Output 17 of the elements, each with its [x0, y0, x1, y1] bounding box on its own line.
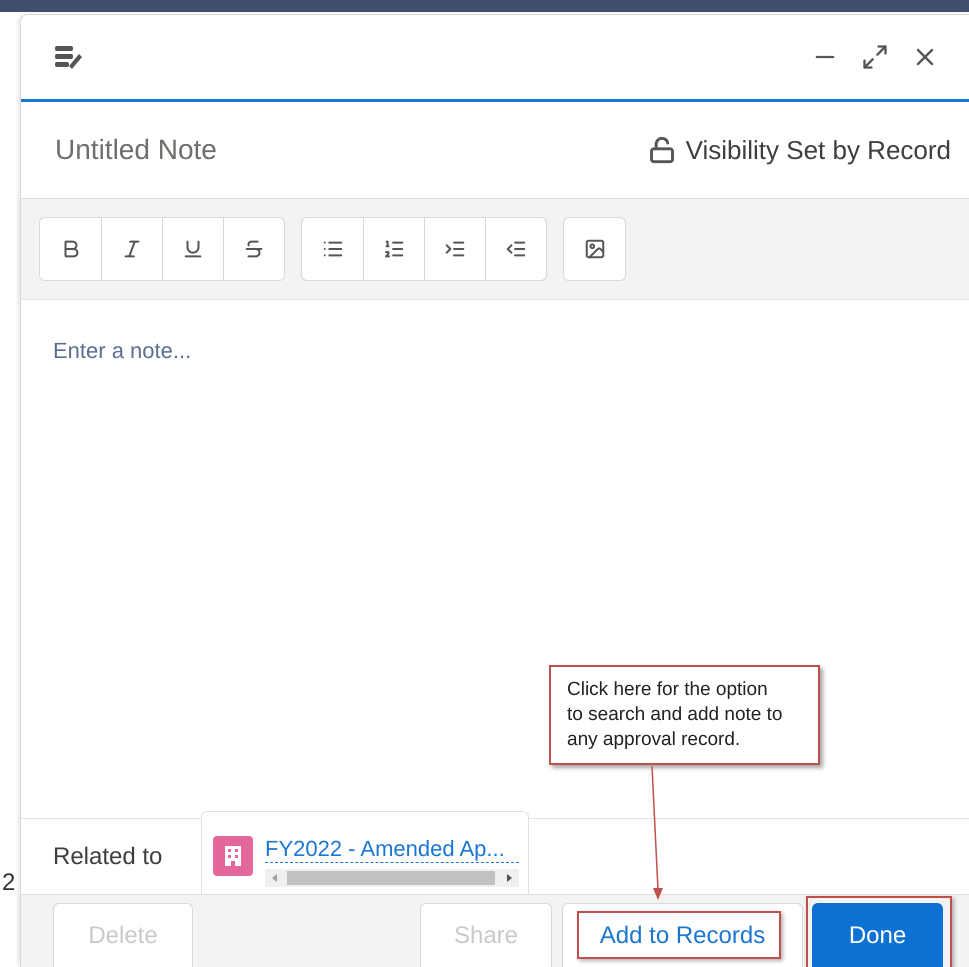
related-label: Related to [53, 842, 164, 870]
callout-text: Click here for the option to search and add note to any approval record. [549, 665, 820, 765]
unlock-icon [648, 136, 676, 164]
note-icon [53, 44, 83, 70]
strikethrough-icon [243, 238, 265, 260]
record-link[interactable]: FY2022 - Amended Ap... [265, 836, 519, 863]
expand-icon[interactable] [861, 43, 889, 71]
building-icon [213, 836, 253, 876]
background-text: 2 [2, 869, 16, 897]
footer-button[interactable]: Add to Records [562, 903, 803, 967]
title-field[interactable]: Untitled Note [53, 133, 437, 167]
numbered-list-icon [383, 238, 405, 260]
visibility-text: Visibility Set by Record [686, 134, 951, 166]
scrollbar[interactable] [265, 869, 519, 887]
underline-icon [182, 238, 204, 260]
done-button[interactable]: Done [812, 903, 943, 967]
image-icon [584, 238, 606, 260]
